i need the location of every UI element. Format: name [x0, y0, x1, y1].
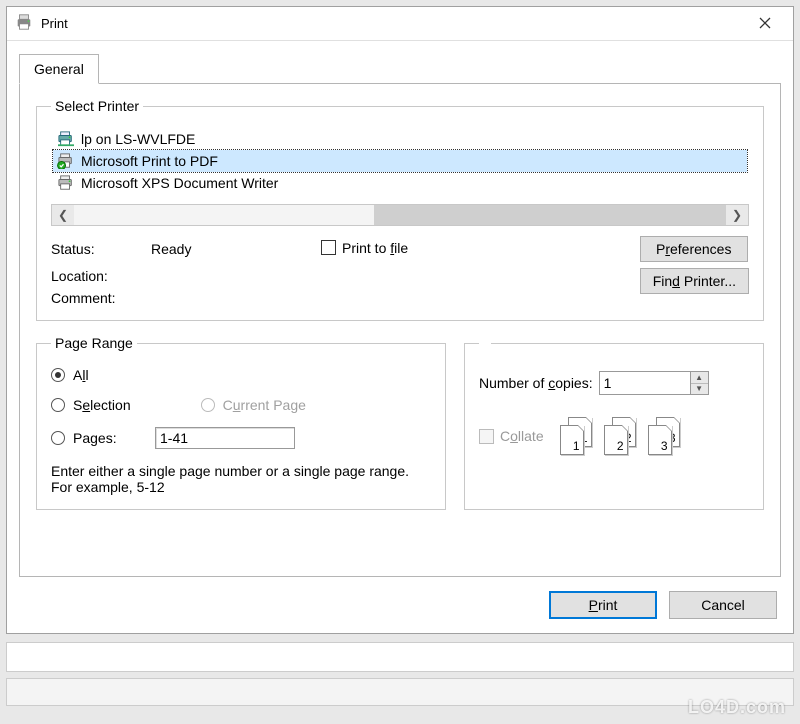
- tab-general[interactable]: General: [19, 54, 99, 84]
- background-panel-1: [6, 642, 794, 672]
- printer-list[interactable]: lp on LS-WVLFDE Microsoft Print to PDF: [51, 124, 749, 202]
- checkbox-icon: [321, 240, 336, 255]
- preferences-button[interactable]: Preferences: [640, 236, 748, 262]
- watermark: LO4D.com: [688, 697, 786, 718]
- spinner-up-button[interactable]: ▲: [691, 372, 708, 384]
- printer-item[interactable]: Microsoft Print to PDF: [53, 150, 747, 172]
- print-to-file-checkbox[interactable]: Print to file: [321, 240, 408, 256]
- printer-item-label: Microsoft XPS Document Writer: [81, 173, 278, 193]
- radio-selection[interactable]: [51, 398, 65, 412]
- printer-item[interactable]: Microsoft XPS Document Writer: [53, 172, 747, 194]
- radio-selection-label: Selection: [73, 397, 131, 413]
- printer-default-icon: [57, 153, 75, 169]
- chevron-right-icon: ❯: [732, 208, 742, 222]
- close-icon: [759, 16, 771, 32]
- scroll-track[interactable]: [74, 205, 726, 225]
- collate-checkbox: Collate: [479, 428, 544, 444]
- group-copies: . Number of copies: ▲ ▼: [464, 335, 764, 510]
- triangle-down-icon: ▼: [695, 384, 703, 393]
- copies-input[interactable]: [600, 372, 690, 394]
- triangle-up-icon: ▲: [695, 373, 703, 382]
- status-value: Ready: [151, 241, 321, 257]
- radio-pages-label: Pages:: [73, 430, 117, 446]
- scroll-right-button[interactable]: ❯: [726, 205, 748, 225]
- background-panel-2: [6, 678, 794, 706]
- printer-list-scrollbar[interactable]: ❮ ❯: [51, 204, 749, 226]
- print-to-file-label: Print to file: [342, 240, 408, 256]
- page-range-legend: Page Range: [51, 335, 137, 351]
- group-select-printer: Select Printer lp on LS-WVLFDE: [36, 98, 764, 321]
- titlebar: Print: [7, 7, 793, 41]
- collate-label: Collate: [500, 428, 544, 444]
- checkbox-icon: [479, 429, 494, 444]
- printer-icon: [57, 175, 75, 191]
- scroll-left-button[interactable]: ❮: [52, 205, 74, 225]
- radio-all[interactable]: [51, 368, 65, 382]
- pages-input[interactable]: [155, 427, 295, 449]
- page-range-hint: Enter either a single page number or a s…: [51, 463, 431, 495]
- find-printer-button[interactable]: Find Printer...: [640, 268, 749, 294]
- print-dialog: Print General Select Printer: [6, 6, 794, 634]
- cancel-button[interactable]: Cancel: [669, 591, 777, 619]
- select-printer-legend: Select Printer: [51, 98, 143, 114]
- tab-panel-general: Select Printer lp on LS-WVLFDE: [19, 83, 781, 577]
- group-page-range: Page Range All Selection: [36, 335, 446, 510]
- printer-item-label: Microsoft Print to PDF: [81, 151, 218, 171]
- print-button[interactable]: Print: [549, 591, 657, 619]
- collate-preview: 1 1 2 2 3 3: [560, 417, 684, 455]
- spinner-down-button[interactable]: ▼: [691, 384, 708, 395]
- radio-current-page-label: Current Page: [223, 397, 306, 413]
- printer-app-icon: [15, 13, 33, 34]
- page-pair-icon: 1 1: [560, 417, 596, 455]
- printer-item[interactable]: lp on LS-WVLFDE: [53, 128, 747, 150]
- page-pair-icon: 2 2: [604, 417, 640, 455]
- page-pair-icon: 3 3: [648, 417, 684, 455]
- printer-item-label: lp on LS-WVLFDE: [81, 129, 195, 149]
- copies-label: Number of copies:: [479, 375, 593, 391]
- radio-pages[interactable]: [51, 431, 65, 445]
- window-title: Print: [41, 16, 743, 31]
- radio-all-label: All: [73, 367, 89, 383]
- copies-spinner[interactable]: ▲ ▼: [599, 371, 709, 395]
- location-label: Location:: [51, 268, 151, 284]
- chevron-left-icon: ❮: [58, 208, 68, 222]
- scroll-thumb[interactable]: [374, 205, 726, 225]
- close-button[interactable]: [743, 7, 787, 40]
- printer-network-icon: [57, 131, 75, 147]
- radio-current-page: [201, 398, 215, 412]
- comment-label: Comment:: [51, 290, 151, 306]
- status-label: Status:: [51, 241, 151, 257]
